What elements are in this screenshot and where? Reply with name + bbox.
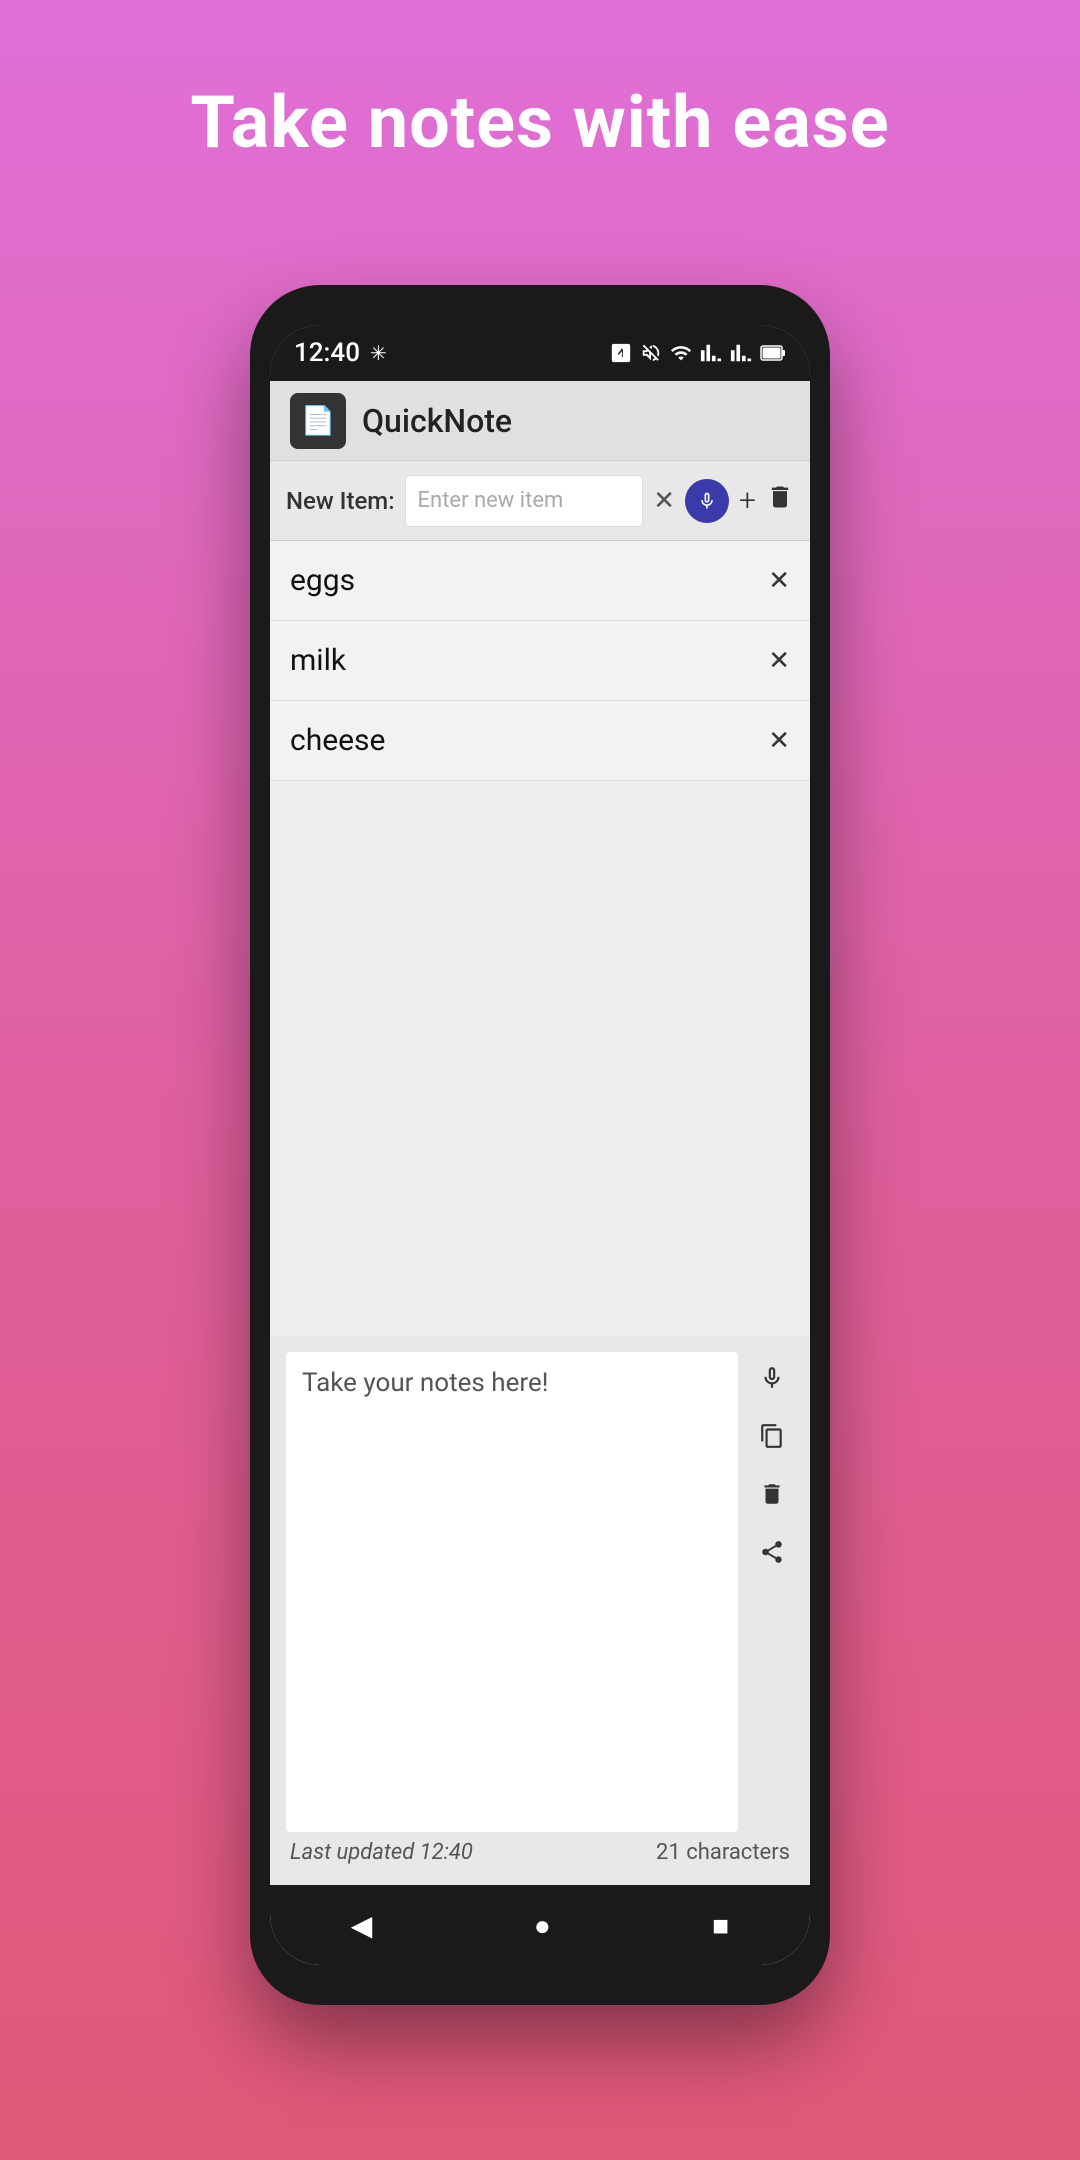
copy-icon xyxy=(759,1423,785,1449)
notes-section: Take your notes here! xyxy=(270,1336,810,1885)
notes-trash-icon xyxy=(759,1481,785,1507)
signal2-icon xyxy=(730,342,752,364)
notes-mic-button[interactable] xyxy=(750,1356,794,1400)
phone-screen: 12:40 ✳ xyxy=(270,325,810,1965)
list-item-text: eggs xyxy=(290,563,355,598)
page-title: Take notes with ease xyxy=(190,80,889,165)
notes-placeholder: Take your notes here! xyxy=(302,1368,548,1398)
phone-device: 12:40 ✳ xyxy=(250,285,830,2005)
app-icon: 📄 xyxy=(290,393,346,449)
remove-milk-button[interactable]: ✕ xyxy=(768,646,790,676)
battery-icon xyxy=(760,342,786,364)
notes-row: Take your notes here! xyxy=(286,1352,794,1832)
nav-bar: ◀ ● ■ xyxy=(270,1885,810,1965)
last-updated-label: Last updated 12:40 xyxy=(290,1840,473,1865)
status-bar: 12:40 ✳ xyxy=(270,325,810,381)
back-button[interactable]: ◀ xyxy=(351,1909,373,1942)
status-right xyxy=(610,342,786,364)
share-icon xyxy=(759,1539,785,1565)
windmill-icon: ✳ xyxy=(370,341,387,365)
clear-input-button[interactable]: ✕ xyxy=(653,486,675,516)
new-item-placeholder: Enter new item xyxy=(418,488,564,513)
app-title: QuickNote xyxy=(362,402,512,440)
status-time: 12:40 xyxy=(294,338,360,368)
list-item-text: cheese xyxy=(290,723,385,758)
share-button[interactable] xyxy=(750,1530,794,1574)
mic-icon xyxy=(697,491,717,511)
notes-actions xyxy=(750,1352,794,1832)
wifi-icon xyxy=(670,342,692,364)
input-row: New Item: Enter new item ✕ + xyxy=(270,461,810,541)
nfc-icon xyxy=(610,342,632,364)
list-item-text: milk xyxy=(290,643,346,678)
character-count: 21 characters xyxy=(656,1840,790,1865)
notes-textarea[interactable]: Take your notes here! xyxy=(286,1352,738,1832)
notes-delete-button[interactable] xyxy=(750,1472,794,1516)
list-item: milk ✕ xyxy=(270,621,810,701)
trash-icon-header xyxy=(766,483,794,511)
mute-icon xyxy=(640,342,662,364)
recent-apps-button[interactable]: ■ xyxy=(712,1909,729,1942)
signal1-icon xyxy=(700,342,722,364)
list-item: eggs ✕ xyxy=(270,541,810,621)
copy-button[interactable] xyxy=(750,1414,794,1458)
remove-cheese-button[interactable]: ✕ xyxy=(768,726,790,756)
list-item: cheese ✕ xyxy=(270,701,810,781)
add-item-button[interactable]: + xyxy=(739,483,756,518)
new-item-input[interactable]: Enter new item xyxy=(405,475,644,527)
note-icon: 📄 xyxy=(301,404,336,437)
home-button[interactable]: ● xyxy=(534,1909,551,1942)
status-left: 12:40 ✳ xyxy=(294,338,387,368)
new-item-label: New Item: xyxy=(286,487,395,515)
notes-mic-icon xyxy=(759,1365,785,1391)
app-bar: 📄 QuickNote xyxy=(270,381,810,461)
list-empty-area xyxy=(270,781,810,1336)
delete-all-button[interactable] xyxy=(766,483,794,518)
mic-input-button[interactable] xyxy=(685,479,729,523)
list-area: eggs ✕ milk ✕ cheese ✕ Take your notes h… xyxy=(270,541,810,1885)
notes-footer: Last updated 12:40 21 characters xyxy=(286,1832,794,1869)
remove-eggs-button[interactable]: ✕ xyxy=(768,566,790,596)
